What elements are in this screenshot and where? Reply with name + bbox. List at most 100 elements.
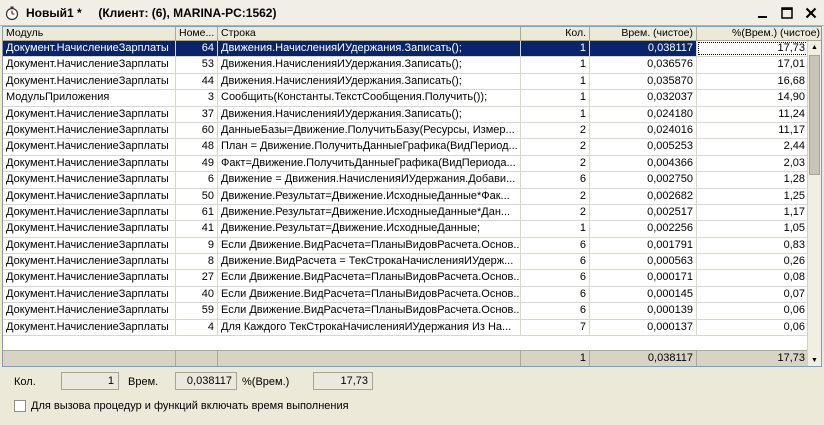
cell-code-line: Движения.НачисленияИУдержания.Записать()… xyxy=(218,106,521,122)
cell-module: Документ.НачислениеЗарплаты xyxy=(3,237,176,254)
total-percent: 17,73 xyxy=(697,351,809,366)
header-time[interactable]: Врем. (чистое) xyxy=(590,27,697,41)
vertical-scrollbar[interactable]: ▲ ▼ xyxy=(807,41,821,366)
scroll-down-icon[interactable]: ▼ xyxy=(808,354,821,366)
cell-time: 0,038117 xyxy=(590,41,697,57)
cell-time: 0,024016 xyxy=(590,122,697,139)
table-row[interactable]: Документ.НачислениеЗарплаты 40 Если Движен… xyxy=(3,286,809,304)
time-percent-label: %(Врем.) xyxy=(242,376,290,388)
table-row[interactable]: Документ.НачислениеЗарплаты 53 Движения.На… xyxy=(3,57,809,74)
table-row[interactable]: Документ.НачислениеЗарплаты 27 Если Движен… xyxy=(3,270,809,287)
cell-time: 0,001791 xyxy=(590,237,697,254)
cell-module: Документ.НачислениеЗарплаты xyxy=(3,221,176,237)
cell-count: 2 xyxy=(521,139,590,155)
table-row[interactable]: Документ.НачислениеЗарплаты 6 Движение = Д… xyxy=(3,172,809,189)
table-row[interactable]: Документ.НачислениеЗарплаты 61 Движение.Ре… xyxy=(3,204,809,222)
header-line-number[interactable]: Номе... xyxy=(176,27,218,41)
cell-count: 1 xyxy=(521,221,590,237)
cell-module: Документ.НачислениеЗарплаты xyxy=(3,106,176,122)
count-field: 1 xyxy=(61,372,119,390)
table-row[interactable]: Документ.НачислениеЗарплаты 41 Движение.Ре… xyxy=(3,221,809,238)
cell-code-line: Движение.ВидРасчета = ТекСтрокаНачислени… xyxy=(218,254,521,270)
total-count: 1 xyxy=(521,351,590,366)
cell-time-percent: 17,73 xyxy=(697,41,809,57)
cell-module: Документ.НачислениеЗарплаты xyxy=(3,172,176,188)
table-row[interactable]: Документ.НачислениеЗарплаты 60 ДанныеБазы=… xyxy=(3,122,809,140)
header-time-percent[interactable]: %(Врем.) (чистое) xyxy=(697,27,821,41)
table-row[interactable]: Документ.НачислениеЗарплаты 49 Факт=Движен… xyxy=(3,155,809,173)
cell-time: 0,024180 xyxy=(590,106,697,122)
cell-code-line: План = Движение.ПолучитьДанныеГрафика(Ви… xyxy=(218,139,521,155)
scroll-thumb[interactable] xyxy=(809,55,820,175)
cell-code-line: Факт=Движение.ПолучитьДанныеГрафика(ВидП… xyxy=(218,155,521,172)
cell-module: Документ.НачислениеЗарплаты xyxy=(3,303,176,319)
table-row[interactable]: Документ.НачислениеЗарплаты 59 Если Движен… xyxy=(3,303,809,320)
cell-time: 0,000139 xyxy=(590,303,697,319)
include-calls-label: Для вызова процедур и функций включать в… xyxy=(31,400,349,412)
maximize-icon xyxy=(781,7,793,19)
cell-module: Документ.НачислениеЗарплаты xyxy=(3,254,176,270)
cell-code-line: Движение.Результат=Движение.ИсходныеДанн… xyxy=(218,204,521,221)
table-body: Документ.НачислениеЗарплаты 64 Движения.На… xyxy=(3,41,809,337)
cell-line-number: 27 xyxy=(176,270,218,286)
cell-count: 1 xyxy=(521,106,590,122)
cell-module: Документ.НачислениеЗарплаты xyxy=(3,73,176,90)
include-calls-option[interactable]: Для вызова процедур и функций включать в… xyxy=(14,400,349,412)
table-row[interactable]: Документ.НачислениеЗарплаты 44 Движения.На… xyxy=(3,73,809,91)
cell-line-number: 9 xyxy=(176,237,218,254)
cell-time-percent: 11,17 xyxy=(697,122,809,139)
cell-time-percent: 16,68 xyxy=(697,73,809,90)
scroll-up-icon[interactable]: ▲ xyxy=(808,41,821,53)
cell-line-number: 49 xyxy=(176,155,218,172)
cell-module: Документ.НачислениеЗарплаты xyxy=(3,155,176,172)
cell-module: Документ.НачислениеЗарплаты xyxy=(3,286,176,303)
profiler-table: Модуль Номе... Строка Кол. Врем. (чистое… xyxy=(2,26,822,367)
cell-line-number: 8 xyxy=(176,254,218,270)
cell-line-number: 41 xyxy=(176,221,218,237)
cell-count: 6 xyxy=(521,303,590,319)
cell-time-percent: 0,07 xyxy=(697,286,809,303)
table-row[interactable]: Документ.НачислениеЗарплаты 4 Для Каждого … xyxy=(3,319,809,337)
header-module[interactable]: Модуль xyxy=(3,27,176,41)
table-row[interactable]: Документ.НачислениеЗарплаты 50 Движение.Ре… xyxy=(3,188,809,205)
cell-time: 0,002256 xyxy=(590,221,697,237)
header-code-line[interactable]: Строка xyxy=(218,27,521,41)
header-count[interactable]: Кол. xyxy=(521,27,590,41)
cell-count: 6 xyxy=(521,254,590,270)
cell-time: 0,036576 xyxy=(590,57,697,73)
table-row[interactable]: Документ.НачислениеЗарплаты 9 Если Движени… xyxy=(3,237,809,255)
cell-code-line: Для Каждого ТекСтрокаНачисленияИУдержани… xyxy=(218,319,521,336)
window-controls xyxy=(754,4,820,22)
close-icon xyxy=(805,7,817,19)
cell-module: Документ.НачислениеЗарплаты xyxy=(3,57,176,73)
table-row[interactable]: Документ.НачислениеЗарплаты 8 Движение.Вид… xyxy=(3,254,809,271)
cell-line-number: 59 xyxy=(176,303,218,319)
minimize-button[interactable] xyxy=(754,4,772,22)
cell-time: 0,000137 xyxy=(590,319,697,336)
cell-line-number: 37 xyxy=(176,106,218,122)
cell-time: 0,002750 xyxy=(590,172,697,188)
cell-line-number: 60 xyxy=(176,122,218,139)
table-row[interactable]: Документ.НачислениеЗарплаты 64 Движения.На… xyxy=(3,41,809,58)
include-calls-checkbox[interactable] xyxy=(14,400,26,412)
table-row[interactable]: МодульПриложения 3 Сообщить(Константы.Текс… xyxy=(3,90,809,107)
cell-module: Документ.НачислениеЗарплаты xyxy=(3,188,176,204)
table-row[interactable]: Документ.НачислениеЗарплаты 48 План = Движ… xyxy=(3,139,809,156)
cell-time: 0,000563 xyxy=(590,254,697,270)
minimize-icon xyxy=(758,16,767,18)
summary-panel: Кол. 1 Врем. 0,038117 %(Врем.) 17,73 Для… xyxy=(0,367,824,425)
table-row[interactable]: Документ.НачислениеЗарплаты 37 Движения.На… xyxy=(3,106,809,123)
cell-time-percent: 2,03 xyxy=(697,155,809,172)
cell-count: 1 xyxy=(521,73,590,90)
table-header: Модуль Номе... Строка Кол. Врем. (чистое… xyxy=(3,27,821,41)
cell-time: 0,005253 xyxy=(590,139,697,155)
cell-time: 0,035870 xyxy=(590,73,697,90)
cell-time-percent: 14,90 xyxy=(697,90,809,106)
cell-time-percent: 0,08 xyxy=(697,270,809,286)
cell-line-number: 3 xyxy=(176,90,218,106)
cell-time: 0,004366 xyxy=(590,155,697,172)
maximize-button[interactable] xyxy=(778,4,796,22)
cell-time-percent: 0,06 xyxy=(697,303,809,319)
close-button[interactable] xyxy=(802,4,820,22)
cell-time: 0,032037 xyxy=(590,90,697,106)
